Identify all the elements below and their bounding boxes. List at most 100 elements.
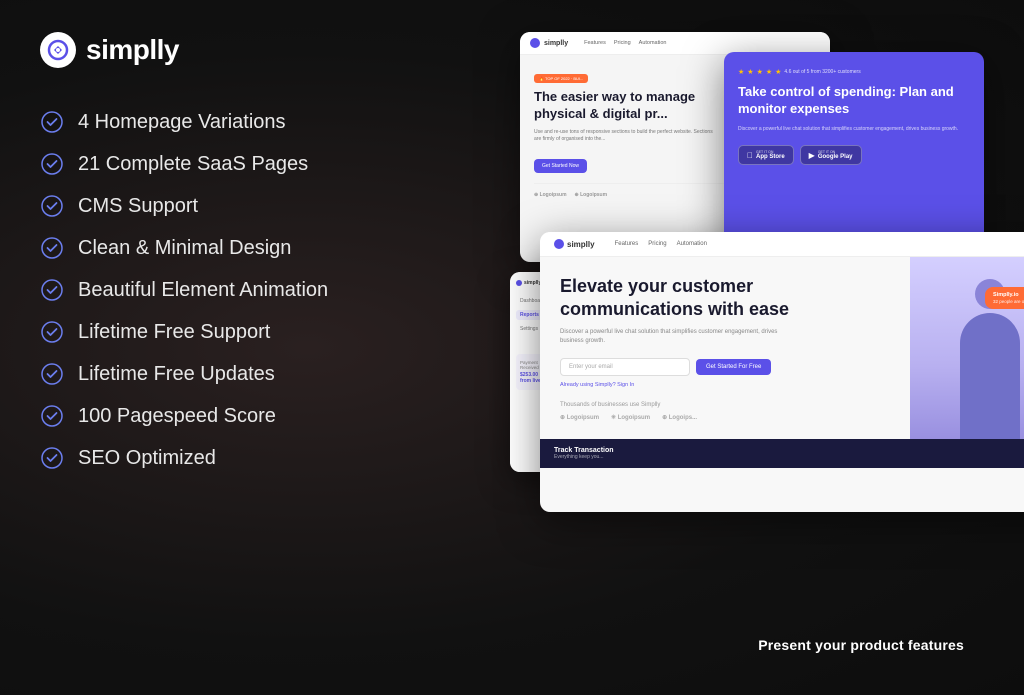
feature-item-free-support: Lifetime Free Support — [40, 314, 480, 350]
s3-track-content: Track Transaction Everything keep you... — [554, 447, 614, 460]
page-container: simplly 4 Homepage Variations — [0, 0, 1024, 695]
check-icon-cms-support — [40, 194, 64, 218]
right-panel: simplly Features Pricing Automation 🔥 TO… — [500, 32, 984, 663]
feature-item-seo: SEO Optimized — [40, 440, 480, 476]
s1-logo-2: ⊕ Logoipsum — [575, 192, 608, 198]
s3-track-title: Track Transaction — [554, 447, 614, 454]
s3-cta-button[interactable]: Get Started For Free — [696, 359, 771, 375]
s3-nav-icon — [554, 239, 564, 249]
s3-headline: Elevate your customer communications wit… — [560, 275, 820, 320]
s2-headline: Take control of spending: Plan and monit… — [738, 84, 970, 118]
s3-chat-bubble: Simplly.io 32 people are online — [985, 287, 1024, 309]
s1-nav-links: Features Pricing Automation — [584, 40, 666, 46]
s1-nav-link-automation: Automation — [639, 40, 667, 46]
check-icon-homepage-variations — [40, 110, 64, 134]
s3-nav: simplly Features Pricing Automation — [540, 232, 1024, 257]
s2-appstore-text: GET IT ON App Store — [756, 150, 785, 160]
s4-nav-dot — [516, 280, 522, 286]
check-icon-free-updates — [40, 362, 64, 386]
s1-cta-button[interactable]: Get Started Now — [534, 159, 587, 173]
s2-star-5: ★ — [775, 68, 781, 76]
s1-logo-1: ⊕ Logoipsum — [534, 192, 567, 198]
s3-signin-label: Already using Simplly? — [560, 382, 617, 388]
feature-text-pagespeed: 100 Pagespeed Score — [78, 402, 276, 430]
features-list: 4 Homepage Variations 21 Complete SaaS P… — [40, 104, 480, 476]
screenshot-2-purple: ★ ★ ★ ★ ★ 4.6 out of 5 from 3200+ custom… — [724, 52, 984, 262]
s1-nav-brand: simplly — [544, 40, 568, 47]
feature-text-free-updates: Lifetime Free Updates — [78, 360, 275, 388]
check-icon-animation — [40, 278, 64, 302]
s3-signin-text: Already using Simplly? Sign In — [560, 382, 890, 388]
s3-hero-image: Simplly.io 32 people are online — [910, 257, 1024, 439]
feature-item-cms-support: CMS Support — [40, 188, 480, 224]
s2-subtext: Discover a powerful live chat solution t… — [738, 126, 970, 134]
feature-text-animation: Beautiful Element Animation — [78, 276, 328, 304]
s2-star-4: ★ — [766, 68, 772, 76]
s3-nav-automation: Automation — [677, 241, 707, 247]
s2-rating-text: 4.6 out of 5 from 3200+ customers — [784, 69, 860, 75]
s3-nav-brand: simplly — [567, 240, 595, 249]
feature-item-homepage-variations: 4 Homepage Variations — [40, 104, 480, 140]
screenshot-3-main: simplly Features Pricing Automation Elev… — [540, 232, 1024, 512]
s2-appstore-button[interactable]:  GET IT ON App Store — [738, 145, 794, 165]
s2-star-1: ★ — [738, 68, 744, 76]
s2-appstore-label: App Store — [756, 154, 785, 160]
check-icon-complete-pages — [40, 152, 64, 176]
s3-content: Elevate your customer communications wit… — [540, 257, 1024, 439]
s2-app-buttons:  GET IT ON App Store ▶ GET IT ON Google… — [738, 145, 970, 165]
s3-nav-features: Features — [615, 241, 639, 247]
feature-text-clean-design: Clean & Minimal Design — [78, 234, 291, 262]
s3-logo-1: ⊕ Logoipsum — [560, 414, 599, 421]
feature-item-animation: Beautiful Element Animation — [40, 272, 480, 308]
feature-item-free-updates: Lifetime Free Updates — [40, 356, 480, 392]
feature-item-clean-design: Clean & Minimal Design — [40, 230, 480, 266]
feature-text-seo: SEO Optimized — [78, 444, 216, 472]
s2-apple-icon:  — [747, 151, 753, 160]
s3-nav-links: Features Pricing Automation — [615, 241, 707, 247]
s1-badge: 🔥 TOP OF 2022 · BUI... — [534, 74, 588, 83]
bottom-label: Present your product features — [758, 637, 964, 653]
brand-logo-icon — [40, 32, 76, 68]
s3-logo-2: ✳ Logoipsum — [611, 414, 650, 421]
check-icon-seo — [40, 446, 64, 470]
s3-main-area: Elevate your customer communications wit… — [540, 257, 910, 439]
s3-subtext: Discover a powerful live chat solution t… — [560, 328, 790, 346]
check-icon-clean-design — [40, 236, 64, 260]
s3-track-sub: Everything keep you... — [554, 454, 614, 460]
s3-signin-link[interactable]: Sign In — [617, 382, 634, 388]
s1-subtext: Use and re-use tons of responsive sectio… — [534, 129, 714, 144]
s2-google-icon: ▶ — [809, 151, 815, 160]
s3-email-input[interactable]: Enter your email — [560, 358, 690, 376]
s3-nav-pricing: Pricing — [648, 241, 666, 247]
s3-logos-title: Thousands of businesses use Simplly — [560, 402, 890, 408]
s1-nav-logo: simplly — [530, 38, 568, 48]
s1-nav-link-features: Features — [584, 40, 606, 46]
check-icon-pagespeed — [40, 404, 64, 428]
s1-nav-icon — [530, 38, 540, 48]
s2-googleplay-text: GET IT ON Google Play — [818, 150, 853, 160]
s3-person-body — [960, 313, 1020, 439]
s3-chat-title: Simplly.io — [993, 292, 1024, 298]
s2-rating: ★ ★ ★ ★ ★ 4.6 out of 5 from 3200+ custom… — [738, 68, 970, 76]
check-icon-free-support — [40, 320, 64, 344]
s3-logos-section: Thousands of businesses use Simplly ⊕ Lo… — [560, 402, 890, 421]
s2-star-2: ★ — [747, 68, 753, 76]
s3-chat-sub: 32 people are online — [993, 299, 1024, 304]
brand-name: simplly — [86, 34, 179, 66]
feature-item-pagespeed: 100 Pagespeed Score — [40, 398, 480, 434]
s2-star-3: ★ — [757, 68, 763, 76]
feature-item-complete-pages: 21 Complete SaaS Pages — [40, 146, 480, 182]
s2-googleplay-button[interactable]: ▶ GET IT ON Google Play — [800, 145, 862, 165]
s1-nav-link-pricing: Pricing — [614, 40, 631, 46]
s3-track-section: Track Transaction Everything keep you... — [540, 439, 1024, 468]
logo-area: simplly — [40, 32, 480, 68]
s3-nav-logo: simplly — [554, 239, 595, 249]
s2-body: ★ ★ ★ ★ ★ 4.6 out of 5 from 3200+ custom… — [724, 52, 984, 181]
s3-logo-3: ⊕ Logoips... — [662, 414, 697, 421]
s4-nav-brand: simplly — [524, 280, 541, 286]
s3-logos-row: ⊕ Logoipsum ✳ Logoipsum ⊕ Logoips... — [560, 414, 890, 421]
s3-form-row: Enter your email Get Started For Free — [560, 358, 890, 376]
s3-person-bg — [910, 257, 1024, 439]
feature-text-homepage-variations: 4 Homepage Variations — [78, 108, 286, 136]
feature-text-cms-support: CMS Support — [78, 192, 198, 220]
